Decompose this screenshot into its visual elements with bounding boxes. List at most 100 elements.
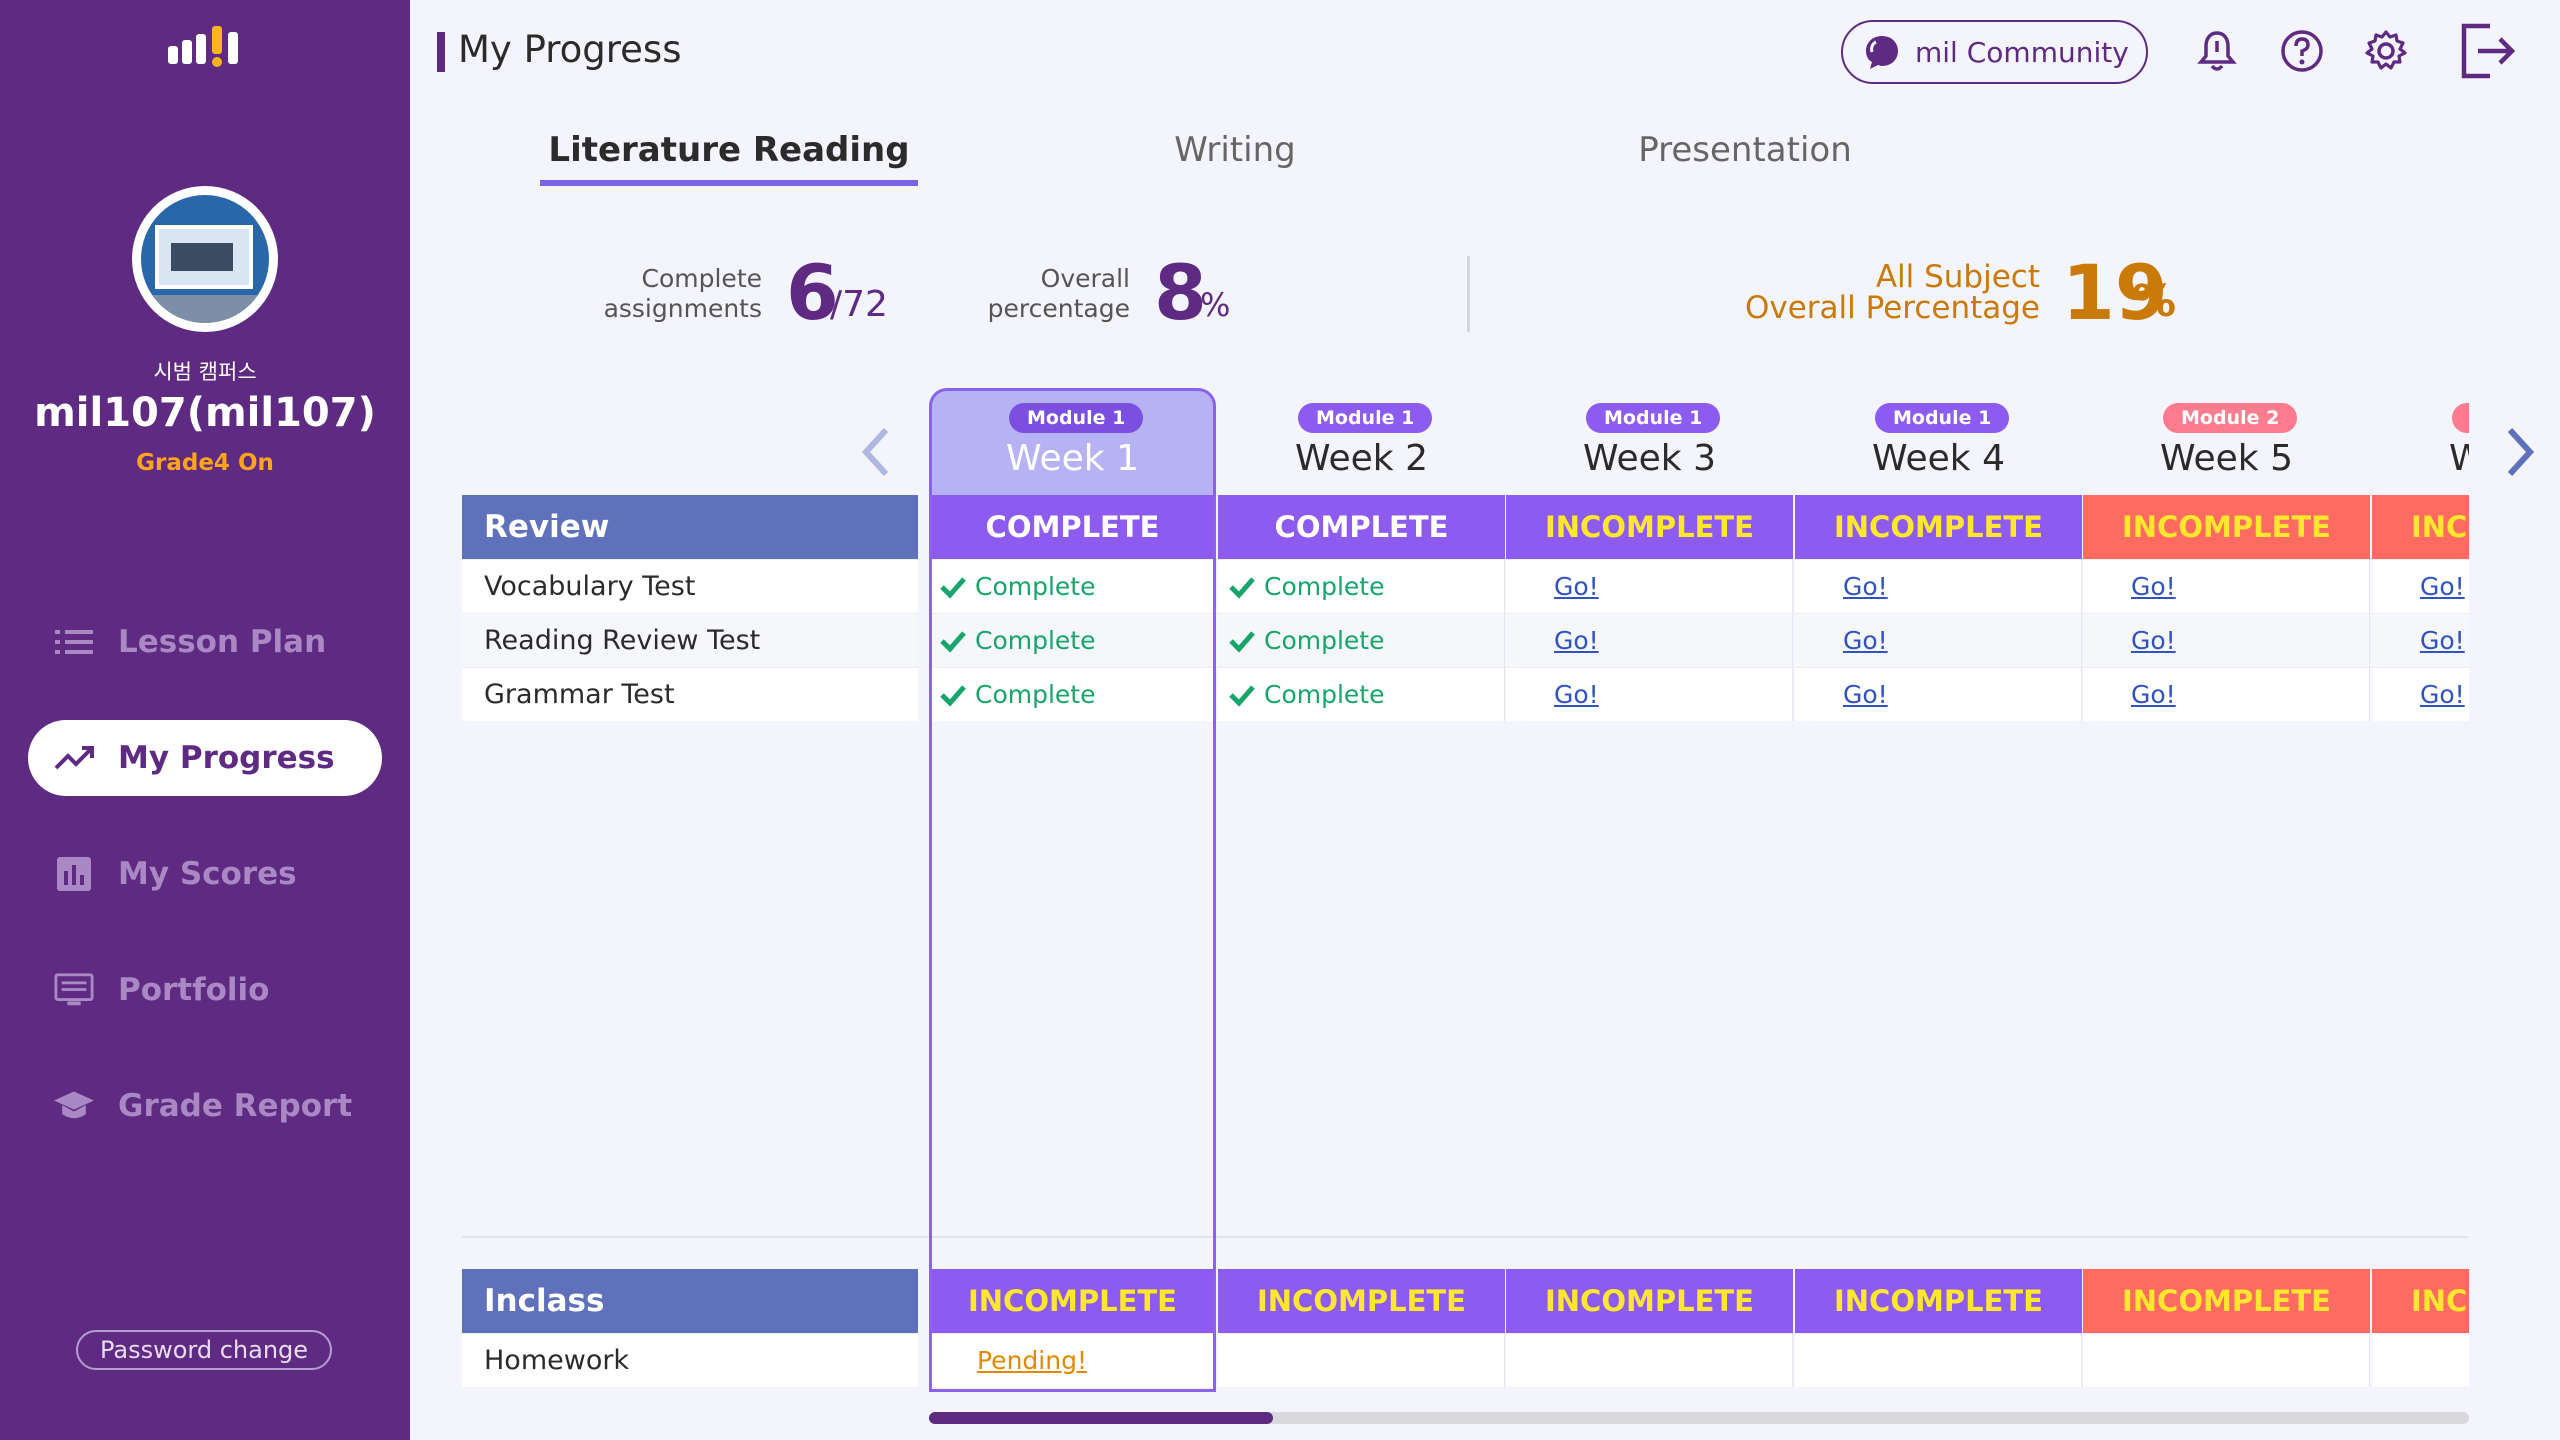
go-link[interactable]: Go! [1554, 626, 1599, 655]
user-name: mil107(mil107) [34, 390, 376, 436]
complete-status: Complete [939, 626, 1095, 655]
module-badge: Module 2 [2163, 403, 2298, 433]
module-badge: Module 1 [1875, 403, 2010, 433]
community-button[interactable]: mil Community [1841, 20, 2148, 84]
go-link[interactable]: Go! [1843, 626, 1888, 655]
all-subject-label: All Subject Overall Percentage [1744, 259, 2040, 326]
review-cell: Go! [2083, 559, 2370, 613]
prev-week-arrow-icon[interactable] [856, 422, 896, 482]
sidebar-item-label: My Scores [118, 856, 297, 892]
inclass-status-cell: INCOMPLETE [1506, 1269, 1793, 1333]
sidebar-item-grade-report[interactable]: Grade Report [28, 1068, 382, 1144]
list-icon [54, 622, 94, 662]
tab-writing[interactable]: Writing [1110, 130, 1360, 186]
tab-literature-reading[interactable]: Literature Reading [540, 130, 918, 186]
overall-percentage-unit: % [1200, 286, 1231, 324]
homework-cell [2083, 1333, 2370, 1387]
settings-icon[interactable] [2363, 28, 2409, 74]
review-cell: Complete [1218, 667, 1505, 721]
sidebar-item-label: My Progress [118, 740, 335, 776]
sidebar-item-label: Grade Report [118, 1088, 353, 1124]
bar-chart-icon [54, 854, 94, 894]
review-cell: Complete [929, 613, 1216, 667]
week-label[interactable]: Week 4 [1795, 438, 2082, 479]
week-grid: Module 1 Week 1 COMPLETE Complete Complete Co… [929, 380, 2469, 1400]
go-link[interactable]: Go! [1554, 572, 1599, 601]
go-link[interactable]: Go! [2131, 626, 2176, 655]
row-label: Grammar Test [462, 667, 918, 721]
complete-status: Complete [939, 680, 1095, 709]
complete-status: Complete [1228, 626, 1384, 655]
review-cell: Go! [2083, 613, 2370, 667]
go-link[interactable]: Go! [2420, 680, 2465, 709]
overall-percentage-value: 8 [1154, 248, 1207, 337]
sidebar-item-label: Portfolio [118, 972, 270, 1008]
mil-logo[interactable] [168, 26, 244, 70]
password-change-button[interactable]: Password change [76, 1330, 332, 1370]
chat-bubble-icon [1866, 36, 1898, 69]
review-status-cell: INCOMPLETE [2372, 495, 2469, 559]
review-cell: Go! [1506, 559, 1793, 613]
bell-icon[interactable] [2194, 28, 2240, 74]
go-link[interactable]: Go! [2131, 680, 2176, 709]
inclass-status-cell: INCOMPLETE [1795, 1269, 2082, 1333]
week-label[interactable]: Week 1 [929, 438, 1216, 479]
graduation-cap-icon [54, 1086, 94, 1126]
avatar[interactable] [132, 186, 278, 332]
complete-status: Complete [1228, 572, 1384, 601]
week-label[interactable]: Week 5 [2083, 438, 2370, 479]
review-status-cell: INCOMPLETE [1795, 495, 2082, 559]
pending-link[interactable]: Pending! [977, 1346, 1087, 1375]
sidebar-item-my-scores[interactable]: My Scores [28, 836, 382, 912]
row-label: Homework [462, 1333, 918, 1387]
go-link[interactable]: Go! [2420, 572, 2465, 601]
trend-icon [54, 738, 94, 778]
sidebar-item-lesson-plan[interactable]: Lesson Plan [28, 604, 382, 680]
sidebar-item-my-progress[interactable]: My Progress [28, 720, 382, 796]
sidebar: 시범 캠퍼스 mil107(mil107) Grade4 On Lesson P… [0, 0, 410, 1440]
overall-percentage-label: Overall percentage [987, 264, 1130, 323]
review-header: Review [462, 495, 918, 559]
row-label: Vocabulary Test [462, 559, 918, 613]
review-status-cell: INCOMPLETE [1506, 495, 1793, 559]
go-link[interactable]: Go! [1554, 680, 1599, 709]
review-cell: Go! [2083, 667, 2370, 721]
module-badge: Module 1 [1009, 403, 1144, 433]
week-label[interactable]: Week 2 [1218, 438, 1505, 479]
go-link[interactable]: Go! [1843, 680, 1888, 709]
inclass-status-cell: INCOMPLETE [1218, 1269, 1505, 1333]
review-cell: Go! [2372, 667, 2469, 721]
inclass-status-cell: INCOMPLETE [2372, 1269, 2469, 1333]
tab-presentation[interactable]: Presentation [1600, 130, 1890, 186]
inclass-header: Inclass [462, 1269, 918, 1333]
homework-cell [1506, 1333, 1793, 1387]
inclass-status-cell: INCOMPLETE [929, 1269, 1216, 1333]
review-cell: Go! [2372, 559, 2469, 613]
monitor-icon [54, 970, 94, 1010]
review-cell: Complete [929, 667, 1216, 721]
go-link[interactable]: Go! [2131, 572, 2176, 601]
go-link[interactable]: Go! [1843, 572, 1888, 601]
week-label[interactable]: Week 6 [2372, 438, 2469, 479]
week-label[interactable]: Week 3 [1506, 438, 1793, 479]
next-week-arrow-icon[interactable] [2500, 422, 2540, 482]
complete-assignments-label: Complete assignments [603, 264, 762, 323]
complete-status: Complete [1228, 680, 1384, 709]
user-grade: Grade4 On [136, 450, 274, 476]
all-subject-unit: % [2132, 276, 2177, 327]
review-cell: Complete [1218, 613, 1505, 667]
review-section: Review Vocabulary Test Reading Review Te… [462, 495, 918, 721]
help-icon[interactable] [2279, 28, 2325, 74]
go-link[interactable]: Go! [2420, 626, 2465, 655]
scrollbar-thumb[interactable] [929, 1412, 1273, 1424]
homework-cell [1218, 1333, 1505, 1387]
community-label: mil Community [1915, 35, 2129, 69]
row-label: Reading Review Test [462, 613, 918, 667]
review-cell: Go! [1795, 559, 2082, 613]
complete-assignments-total: /72 [830, 284, 888, 325]
sidebar-item-portfolio[interactable]: Portfolio [28, 952, 382, 1028]
logout-icon[interactable] [2456, 20, 2518, 82]
review-status-cell: COMPLETE [1218, 495, 1505, 559]
module-badge: Module 2 [2452, 403, 2469, 433]
module-badge: Module 1 [1586, 403, 1721, 433]
